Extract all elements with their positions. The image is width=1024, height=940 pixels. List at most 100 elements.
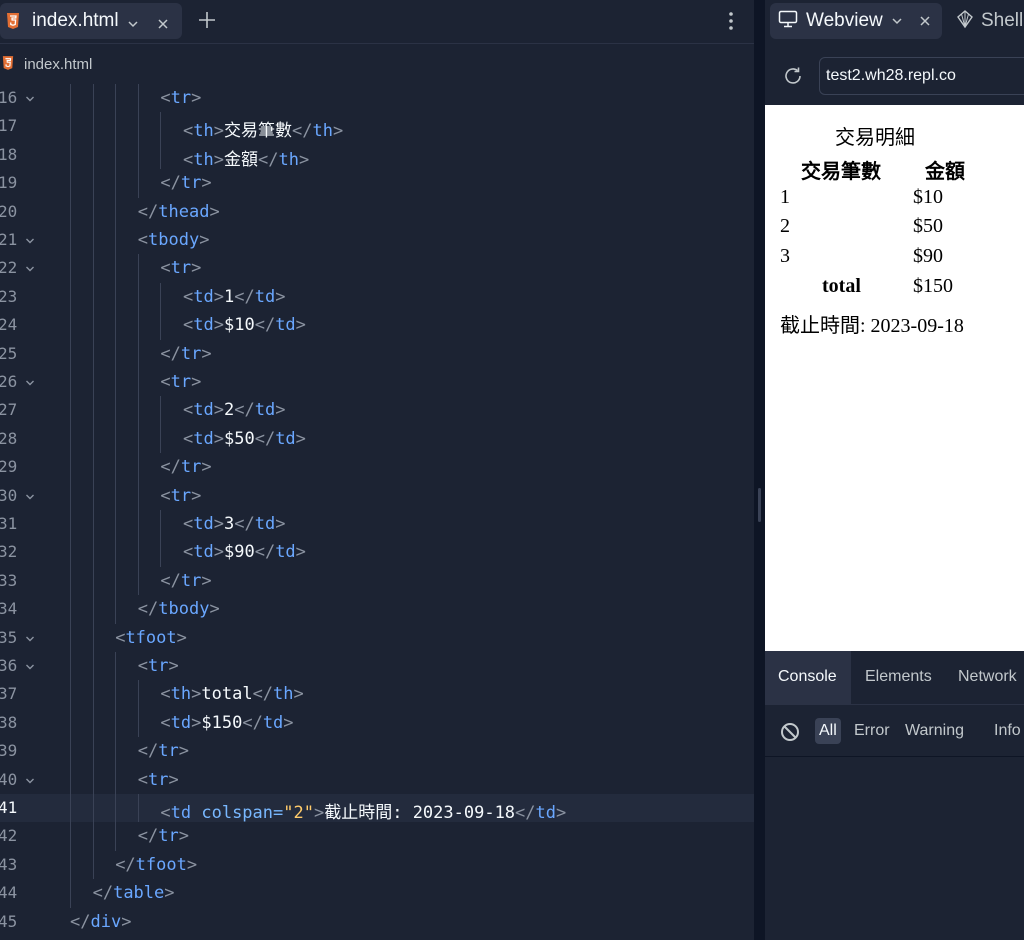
indent-guide [137,169,139,198]
code-line[interactable]: 40 <tr> [0,765,754,794]
url-input[interactable]: test2.wh28.repl.co [819,57,1024,95]
console-output[interactable] [765,758,1024,940]
code-area[interactable]: 16 <tr> 17 <th>交易筆數</th> 18 <th>金額</th> 19 </tr… [0,84,754,940]
indent-guide [92,169,94,198]
code-line[interactable]: 22 <tr> [0,254,754,283]
tab-network[interactable]: Network [958,651,1017,705]
indent-guide [160,424,162,454]
code-line[interactable]: 19 </tr> [0,169,754,198]
code-line[interactable]: 20 </thead> [0,197,754,226]
fold-chevron-icon[interactable] [25,776,35,786]
more-vertical-icon[interactable] [724,10,738,32]
filter-all[interactable]: All [815,718,841,744]
code-text: </tr> [160,173,212,194]
shell-tab[interactable]: Shell [955,3,1023,39]
table-header: 交易筆數 [801,161,881,183]
code-text: <th>total</th> [160,684,304,705]
code-line[interactable]: 27 <td>2</td> [0,396,754,425]
close-icon[interactable] [157,15,169,29]
fold-chevron-icon[interactable] [25,378,35,388]
code-line[interactable]: 38 <td>$150</td> [0,708,754,738]
line-number: 24 [0,315,18,335]
code-line[interactable]: 36 <tr> [0,652,754,681]
code-line[interactable]: 26 <tr> [0,368,754,397]
filter-warning[interactable]: Warning [901,718,968,744]
fold-chevron-icon[interactable] [25,634,35,644]
indent-guide [137,453,139,482]
code-text: <td>$10</td> [183,315,306,336]
code-line[interactable]: 35 <tfoot> [0,623,754,652]
indent-guide [115,140,117,170]
tab-elements[interactable]: Elements [865,651,932,705]
fold-chevron-icon[interactable] [25,94,35,104]
indent-guide [70,226,71,255]
indent-guide [70,140,71,170]
code-line[interactable]: 42 </tr> [0,822,754,851]
code-line[interactable]: 28 <td>$50</td> [0,424,754,454]
code-line[interactable]: 17 <th>交易筆數</th> [0,112,754,141]
code-line[interactable]: 24 <td>$10</td> [0,311,754,340]
breadcrumb-file[interactable]: index.html [24,56,92,73]
indent-guide [160,112,162,141]
indent-guide [115,197,117,226]
fold-chevron-icon[interactable] [25,662,35,672]
indent-guide [70,311,71,340]
file-tab-index-html[interactable]: index.html [0,3,182,39]
indent-guide [92,595,94,624]
webview-tab-bar: Webview Shell [765,0,1024,44]
fold-chevron-icon[interactable] [25,492,35,502]
code-line[interactable]: 18 <th>金額</th> [0,140,754,170]
code-line[interactable]: 16 <tr> [0,84,754,113]
reload-icon[interactable] [782,65,804,87]
indent-guide [137,396,139,425]
tab-console[interactable]: Console [765,651,851,705]
webview-tab[interactable]: Webview [770,3,942,39]
indent-guide [92,652,94,681]
indent-guide [92,510,94,539]
indent-guide [92,538,94,567]
line-number: 25 [0,343,18,363]
clear-console-icon[interactable] [780,722,800,742]
line-number: 39 [0,741,18,761]
indent-guide [137,254,139,283]
code-line[interactable]: 31 <td>3</td> [0,510,754,539]
code-line[interactable]: 37 <th>total</th> [0,680,754,709]
fold-chevron-icon[interactable] [25,236,35,246]
pane-splitter[interactable] [754,0,765,940]
code-line[interactable]: 44 </table> [0,879,754,908]
indent-guide [160,140,162,170]
code-line[interactable]: 25 </tr> [0,339,754,368]
filter-info[interactable]: Info [990,718,1024,744]
code-line[interactable]: 32 <td>$90</td> [0,538,754,567]
code-line[interactable]: 39 </tr> [0,737,754,766]
indent-guide [160,538,162,567]
close-icon[interactable] [919,12,931,31]
code-line[interactable]: 34 </tbody> [0,595,754,624]
chevron-down-icon[interactable] [891,12,903,31]
code-line[interactable]: 29 </tr> [0,453,754,482]
plus-icon[interactable] [196,9,218,31]
indent-guide [70,737,71,766]
code-text: <tr> [137,769,179,790]
breadcrumb[interactable]: index.html [0,50,92,78]
chevron-down-icon[interactable] [127,15,139,28]
indent-guide [115,424,117,454]
line-number: 28 [0,428,18,448]
indent-guide [115,680,117,709]
indent-guide [92,84,94,113]
code-text: <tr> [137,656,179,676]
code-line[interactable]: 33 </tr> [0,566,754,596]
code-line[interactable]: 23 <td>1</td> [0,282,754,312]
indent-guide [137,311,139,340]
fold-chevron-icon[interactable] [25,264,35,274]
filter-error[interactable]: Error [850,718,894,744]
splitter-handle[interactable] [758,488,761,522]
code-line[interactable]: 30 <tr> [0,481,754,510]
code-line[interactable]: 41 <td colspan="2">截止時間: 2023-09-18</td> [0,794,754,823]
indent-guide [92,453,94,482]
code-text: <th>金額</th> [183,149,310,170]
code-line[interactable]: 21 <tbody> [0,226,754,255]
indent-guide [137,339,139,368]
code-line[interactable]: 45 </div> [0,908,754,936]
code-line[interactable]: 43 </tfoot> [0,850,754,880]
